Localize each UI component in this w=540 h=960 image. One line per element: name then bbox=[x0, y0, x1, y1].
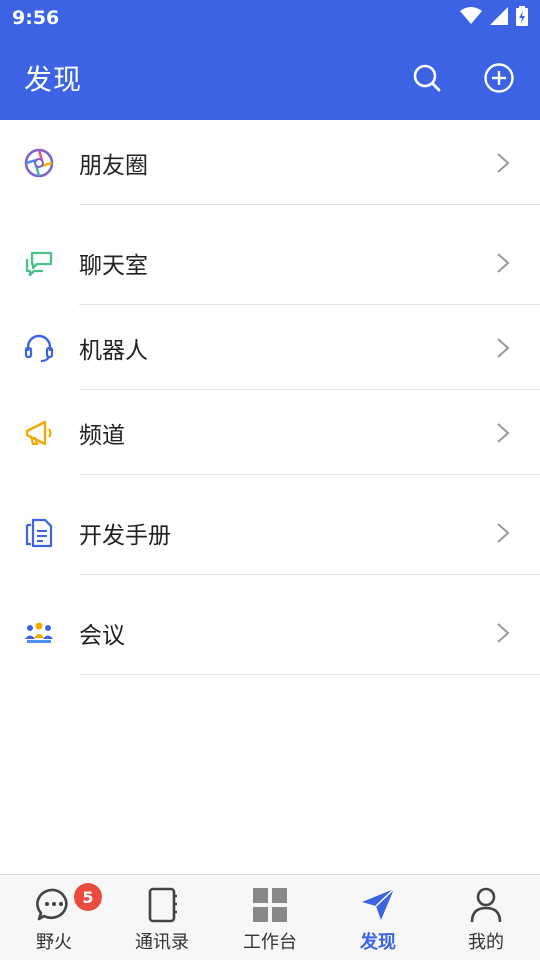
app-bar: 发现 bbox=[0, 36, 540, 120]
status-bar: 9:56 bbox=[0, 0, 540, 36]
page-title: 发现 bbox=[24, 63, 83, 96]
nav-tab-discover[interactable]: 发现 bbox=[324, 875, 432, 960]
menu-item-chatroom[interactable]: 聊天室 bbox=[0, 220, 540, 305]
signal-icon bbox=[490, 7, 508, 29]
menu-item-label: 会议 bbox=[79, 622, 125, 649]
search-icon[interactable] bbox=[410, 61, 444, 95]
nav-tab-workbench[interactable]: 工作台 bbox=[216, 875, 324, 960]
chevron-right-icon bbox=[497, 422, 510, 443]
menu-item-label: 朋友圈 bbox=[79, 152, 148, 179]
moments-icon bbox=[22, 146, 56, 180]
nav-tab-wildfire[interactable]: 野火 5 bbox=[0, 875, 108, 960]
divider bbox=[79, 204, 540, 205]
menu-item-robot[interactable]: 机器人 bbox=[0, 305, 540, 390]
nav-label: 发现 bbox=[360, 932, 396, 953]
contacts-icon bbox=[142, 885, 182, 925]
nav-tab-me[interactable]: 我的 bbox=[432, 875, 540, 960]
menu-item-moments[interactable]: 朋友圈 bbox=[0, 120, 540, 205]
menu-item-label: 开发手册 bbox=[79, 522, 171, 549]
bottom-nav: 野火 5 通讯录 工作台 发现 我的 bbox=[0, 874, 540, 960]
chat-bubble-icon bbox=[34, 885, 74, 925]
unread-badge: 5 bbox=[74, 883, 102, 911]
chevron-right-icon bbox=[497, 337, 510, 358]
menu-item-channel[interactable]: 频道 bbox=[0, 390, 540, 475]
status-time: 9:56 bbox=[12, 7, 60, 29]
chevron-right-icon bbox=[497, 152, 510, 173]
chevron-right-icon bbox=[497, 622, 510, 643]
menu-item-label: 频道 bbox=[79, 422, 125, 449]
menu-item-meeting[interactable]: 会议 bbox=[0, 590, 540, 675]
nav-label: 通讯录 bbox=[135, 932, 189, 953]
headset-icon bbox=[22, 331, 56, 365]
divider bbox=[79, 674, 540, 675]
status-icons bbox=[460, 6, 528, 30]
meeting-icon bbox=[22, 616, 56, 650]
nav-tab-contacts[interactable]: 通讯录 bbox=[108, 875, 216, 960]
divider bbox=[79, 474, 540, 475]
navigation-icon bbox=[358, 885, 398, 925]
discover-menu: 朋友圈 聊天室 机器人 频道 开发手册 会议 bbox=[0, 120, 540, 675]
divider bbox=[79, 574, 540, 575]
add-icon[interactable] bbox=[482, 61, 516, 95]
nav-label: 野火 bbox=[36, 932, 72, 953]
chatroom-icon bbox=[22, 246, 56, 280]
megaphone-icon bbox=[22, 416, 56, 450]
menu-item-label: 聊天室 bbox=[79, 252, 148, 279]
person-icon bbox=[466, 885, 506, 925]
grid-icon bbox=[250, 885, 290, 925]
chevron-right-icon bbox=[497, 522, 510, 543]
battery-icon bbox=[516, 6, 528, 30]
menu-item-dev-manual[interactable]: 开发手册 bbox=[0, 490, 540, 575]
nav-label: 我的 bbox=[468, 932, 504, 953]
wifi-icon bbox=[460, 7, 482, 29]
chevron-right-icon bbox=[497, 252, 510, 273]
document-icon bbox=[22, 516, 56, 550]
menu-item-label: 机器人 bbox=[79, 337, 148, 364]
nav-label: 工作台 bbox=[243, 932, 297, 953]
